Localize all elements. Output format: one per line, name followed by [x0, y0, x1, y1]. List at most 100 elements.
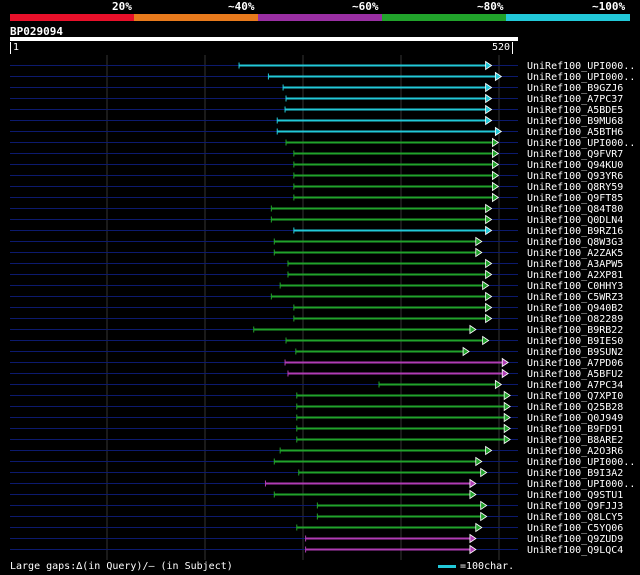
hit-label[interactable]: UniRef100_B9GZJ6 [527, 83, 623, 94]
hit-label[interactable]: UniRef100_Q9FVR7 [527, 149, 623, 160]
hit-row[interactable]: UniRef100_Q9LQC4 [10, 544, 623, 556]
hit-row[interactable]: UniRef100_Q8LCY5 [10, 511, 623, 523]
hit-row[interactable]: UniRef100_Q9FT85 [10, 192, 623, 204]
hit-label[interactable]: UniRef100_B9RZ16 [527, 226, 623, 237]
hit-label[interactable]: UniRef100_UPI000.. [527, 138, 635, 149]
hit-row[interactable]: UniRef100_A5BTH6 [10, 126, 623, 138]
hit-row[interactable]: UniRef100_Q9FVR7 [10, 148, 623, 160]
hit-arrow-icon [475, 522, 483, 533]
hit-label[interactable]: UniRef100_B9FD91 [527, 424, 623, 435]
hit-row[interactable]: UniRef100_C0HHY3 [10, 280, 623, 292]
hit-row[interactable]: UniRef100_A7PD06 [10, 357, 623, 369]
hit-row[interactable]: UniRef100_A7PC34 [10, 379, 623, 391]
hit-label[interactable]: UniRef100_B9MU68 [527, 116, 623, 127]
hit-row[interactable]: UniRef100_B9MU68 [10, 115, 623, 127]
hit-label[interactable]: UniRef100_Q9ZUD9 [527, 534, 623, 545]
hit-arrow-icon [482, 280, 490, 291]
hit-label[interactable]: UniRef100_C5WRZ3 [527, 292, 623, 303]
hit-row[interactable]: UniRef100_B9RB22 [10, 324, 623, 336]
hit-label[interactable]: UniRef100_Q0J949 [527, 413, 623, 424]
hit-row[interactable]: UniRef100_Q8W3G3 [10, 236, 623, 248]
hit-row[interactable]: UniRef100_Q93YR6 [10, 170, 623, 182]
hit-label[interactable]: UniRef100_Q84T80 [527, 204, 623, 215]
hit-label[interactable]: UniRef100_Q9LQC4 [527, 545, 623, 556]
hit-label[interactable]: UniRef100_Q0DLN4 [527, 215, 623, 226]
hit-label[interactable]: UniRef100_Q940B2 [527, 303, 623, 314]
hit-label[interactable]: UniRef100_A7PC34 [527, 380, 623, 391]
hit-row[interactable]: UniRef100_A2ZAK5 [10, 247, 623, 259]
hit-label[interactable]: UniRef100_C5YQ06 [527, 523, 623, 534]
hit-arrow-icon [469, 324, 477, 335]
hit-label[interactable]: UniRef100_Q94KU0 [527, 160, 623, 171]
hit-label[interactable]: UniRef100_Q8RY59 [527, 182, 623, 193]
hit-row[interactable]: UniRef100_Q9STU1 [10, 489, 623, 501]
hit-row[interactable]: UniRef100_B9I3A2 [10, 467, 623, 479]
hit-row[interactable]: UniRef100_B9GZJ6 [10, 82, 623, 94]
hit-arrow-icon [492, 159, 500, 170]
hit-label[interactable]: UniRef100_B9I3A2 [527, 468, 623, 479]
hit-row[interactable]: UniRef100_UPI000.. [10, 478, 635, 490]
hit-label[interactable]: UniRef100_A5BFU2 [527, 369, 623, 380]
hit-row[interactable]: UniRef100_C5WRZ3 [10, 291, 623, 303]
hit-arrow-icon [485, 60, 493, 71]
scale-legend-swatch [438, 564, 456, 568]
hit-label[interactable]: UniRef100_A2ZAK5 [527, 248, 623, 259]
hit-row[interactable]: UniRef100_Q84T80 [10, 203, 623, 215]
hit-row[interactable]: UniRef100_B8ARE2 [10, 434, 623, 446]
hit-row[interactable]: UniRef100_UPI000.. [10, 71, 635, 83]
hit-arrow-icon [501, 368, 509, 379]
hit-row[interactable]: UniRef100_C5YQ06 [10, 522, 623, 534]
hit-row[interactable]: UniRef100_A3APW5 [10, 258, 623, 270]
hit-row[interactable]: UniRef100_B9RZ16 [10, 225, 623, 237]
hit-label[interactable]: UniRef100_UPI000.. [527, 479, 635, 490]
hit-label[interactable]: UniRef100_Q9FT85 [527, 193, 623, 204]
hit-label[interactable]: UniRef100_A7PC37 [527, 94, 623, 105]
hit-label[interactable]: UniRef100_A7PD06 [527, 358, 623, 369]
hit-row[interactable]: UniRef100_Q25B28 [10, 401, 623, 413]
hit-row[interactable]: UniRef100_Q94KU0 [10, 159, 623, 171]
hit-label[interactable]: UniRef100_Q25B28 [527, 402, 623, 413]
hit-row[interactable]: UniRef100_A7PC37 [10, 93, 623, 105]
hit-arrow-icon [462, 346, 470, 357]
hit-row[interactable]: UniRef100_B9SUN2 [10, 346, 623, 358]
hit-label[interactable]: UniRef100_Q7XPI0 [527, 391, 623, 402]
hit-arrow-icon [485, 258, 493, 269]
hit-label[interactable]: UniRef100_A3APW5 [527, 259, 623, 270]
hit-row[interactable]: UniRef100_B9FD91 [10, 423, 623, 435]
hit-label[interactable]: UniRef100_Q8W3G3 [527, 237, 623, 248]
hit-row[interactable]: UniRef100_UPI000.. [10, 456, 635, 468]
hit-label[interactable]: UniRef100_A5BDE5 [527, 105, 623, 116]
hit-row[interactable]: UniRef100_Q0DLN4 [10, 214, 623, 226]
hit-label[interactable]: UniRef100_Q8LCY5 [527, 512, 623, 523]
hit-row[interactable]: UniRef100_Q8RY59 [10, 181, 623, 193]
hit-row[interactable]: UniRef100_Q940B2 [10, 302, 623, 314]
hit-row[interactable]: UniRef100_UPI000.. [10, 137, 635, 149]
hit-label[interactable]: UniRef100_A2XP81 [527, 270, 623, 281]
hit-row[interactable]: UniRef100_Q7XPI0 [10, 390, 623, 402]
hit-row[interactable]: UniRef100_A5BDE5 [10, 104, 623, 116]
hit-label[interactable]: UniRef100_C0HHY3 [527, 281, 623, 292]
hit-label[interactable]: UniRef100_A5BTH6 [527, 127, 623, 138]
hit-label[interactable]: UniRef100_Q9STU1 [527, 490, 623, 501]
hit-label[interactable]: UniRef100_UPI000.. [527, 72, 635, 83]
hit-label[interactable]: UniRef100_Q93YR6 [527, 171, 623, 182]
hit-row[interactable]: UniRef100_A2XP81 [10, 269, 623, 281]
hit-row[interactable]: UniRef100_UPI000.. [10, 60, 635, 72]
hit-row[interactable]: UniRef100_B9IES0 [10, 335, 623, 347]
hit-label[interactable]: UniRef100_UPI000.. [527, 61, 635, 72]
hit-label[interactable]: UniRef100_Q9FJJ3 [527, 501, 623, 512]
hit-row[interactable]: UniRef100_A2O3R6 [10, 445, 623, 457]
hit-row[interactable]: UniRef100_O82289 [10, 313, 623, 325]
hit-label[interactable]: UniRef100_A2O3R6 [527, 446, 623, 457]
hit-label[interactable]: UniRef100_B9IES0 [527, 336, 623, 347]
hit-label[interactable]: UniRef100_B9RB22 [527, 325, 623, 336]
hit-row[interactable]: UniRef100_A5BFU2 [10, 368, 623, 380]
hit-row[interactable]: UniRef100_Q9FJJ3 [10, 500, 623, 512]
hit-label[interactable]: UniRef100_UPI000.. [527, 457, 635, 468]
hit-label[interactable]: UniRef100_B8ARE2 [527, 435, 623, 446]
hit-label[interactable]: UniRef100_B9SUN2 [527, 347, 623, 358]
hit-row[interactable]: UniRef100_Q9ZUD9 [10, 533, 623, 545]
hit-row[interactable]: UniRef100_Q0J949 [10, 412, 623, 424]
hit-label[interactable]: UniRef100_O82289 [527, 314, 623, 325]
hit-arrow-icon [492, 192, 500, 203]
